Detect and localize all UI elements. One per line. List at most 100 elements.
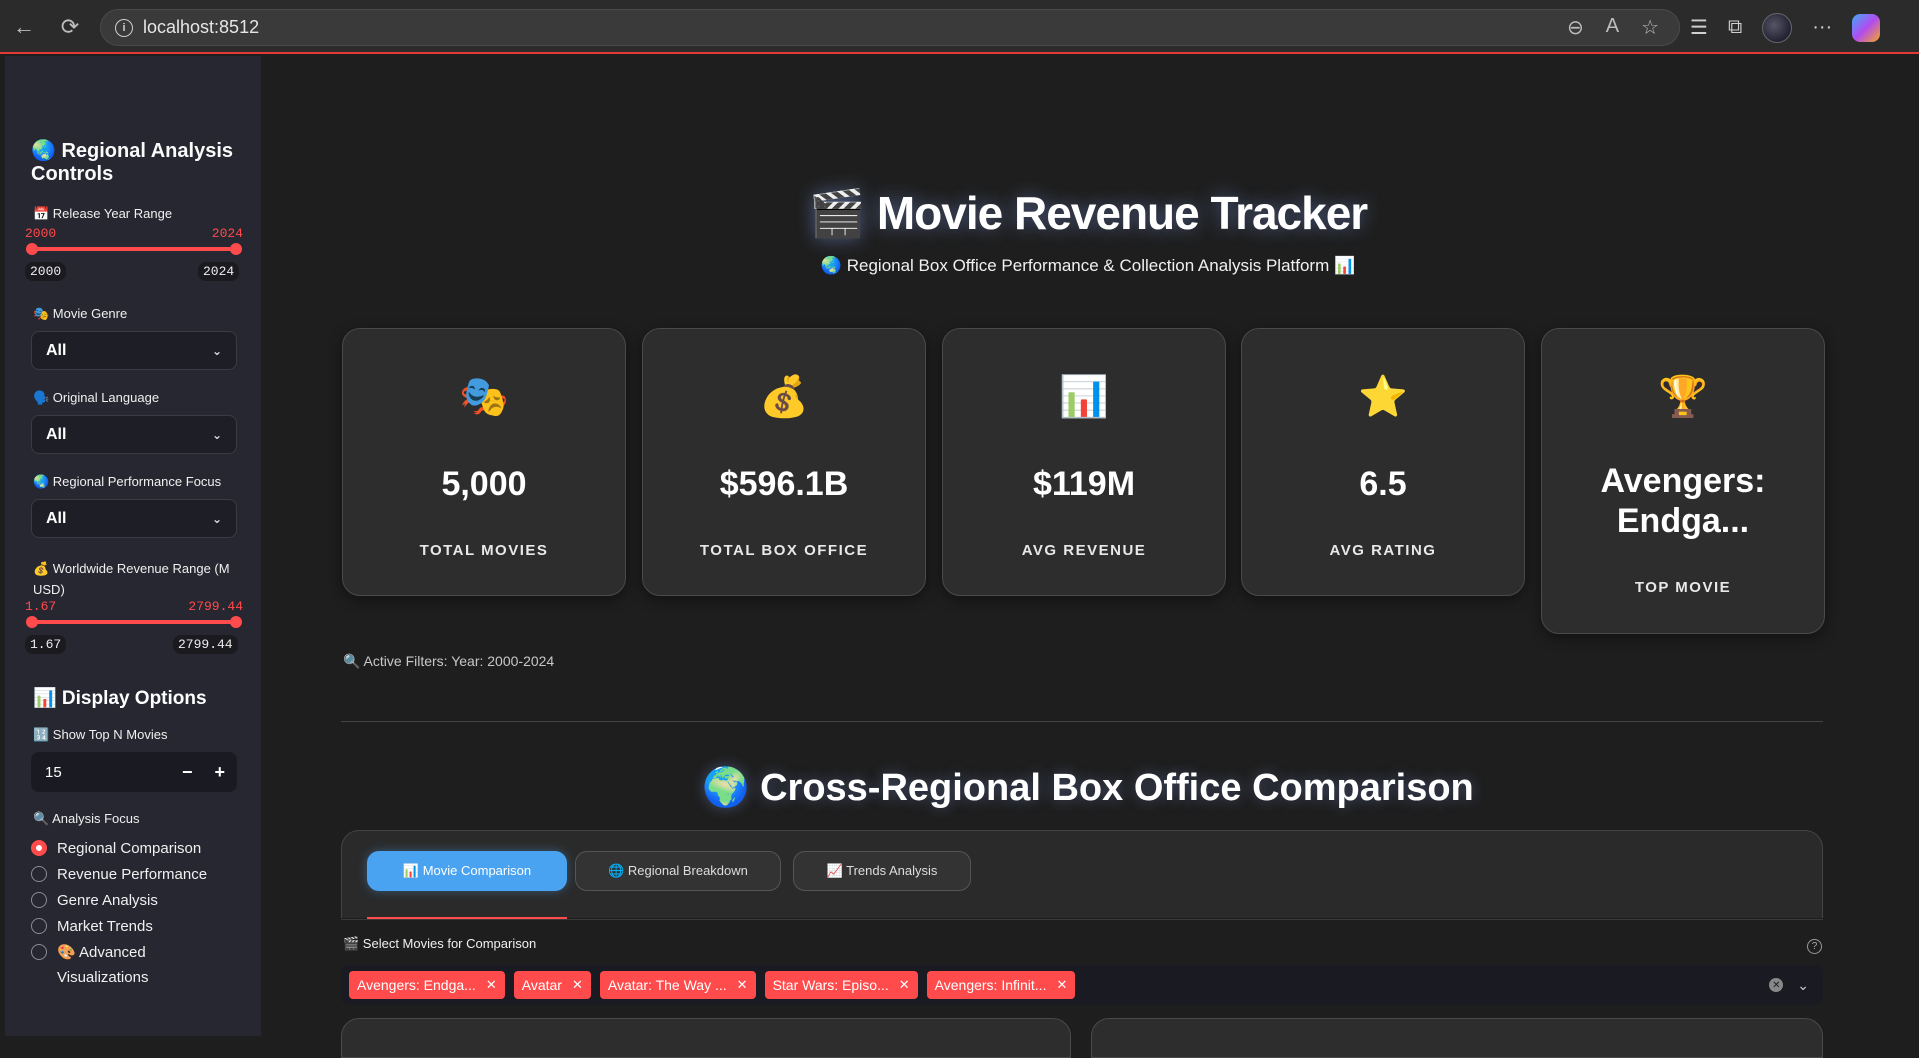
metric-label: TOTAL BOX OFFICE [699,542,869,559]
collections-icon[interactable]: ⧉ [1728,16,1742,39]
metric-card-total-box-office: 💰 $596.1B TOTAL BOX OFFICE [642,328,926,596]
top-n-value[interactable]: 15 [45,764,62,781]
url-text[interactable]: localhost:8512 [143,17,259,38]
read-aloud-icon[interactable]: A [1606,15,1619,40]
copilot-icon[interactable] [1852,13,1881,42]
genre-label: 🎭 Movie Genre [33,306,128,321]
radio-market-trends[interactable]: Market Trends [31,914,153,939]
address-bar[interactable]: i localhost:8512 ⊖ A ☆ [100,9,1680,46]
release-year-low-thumb[interactable] [26,243,38,255]
clear-all-icon[interactable]: ✕ [1769,978,1784,992]
radio-icon[interactable] [31,892,47,908]
radio-advanced-visualizations[interactable]: 🎨 Advanced Visualizations [31,940,211,990]
language-select[interactable]: All ⌄ [31,415,237,454]
metric-card-total-movies: 🎭 5,000 TOTAL MOVIES [342,328,626,596]
top-n-stepper[interactable]: 15 − + [31,752,237,792]
release-year-label: 📅 Release Year Range [33,206,173,221]
radio-label: Genre Analysis [57,892,158,909]
remove-tag-icon[interactable]: ✕ [572,977,583,993]
tab-movie-comparison[interactable]: 📊 Movie Comparison [367,851,567,891]
metric-value: $119M [1032,465,1136,503]
increment-button[interactable]: + [214,762,225,783]
bar-chart-icon: 📊 [1059,375,1109,419]
release-year-slider[interactable] [26,243,242,255]
revenue-low-value: 1.67 [25,635,67,654]
release-year-high-thumb[interactable] [230,243,242,255]
revenue-slider[interactable] [26,616,242,628]
release-year-range-bounds: 2000 2024 [25,226,243,241]
favorite-star-icon[interactable]: ☆ [1641,15,1659,40]
radio-icon[interactable] [31,918,47,934]
radio-label: Regional Comparison [57,840,202,857]
radio-label: 🎨 Advanced Visualizations [57,944,149,986]
tab-regional-breakdown[interactable]: 🌐 Regional Breakdown [575,851,781,891]
movie-multiselect[interactable]: Avengers: Endga... ✕ Avatar ✕ Avatar: The … [341,965,1823,1005]
revenue-high-thumb[interactable] [230,616,242,628]
metric-label: AVG REVENUE [1021,542,1147,559]
decrement-button[interactable]: − [182,762,193,783]
browser-toolbar: ← ⟳ i localhost:8512 ⊖ A ☆ ☰ ⧉ ··· [0,0,1919,54]
language-label: 🗣️ Original Language [33,390,160,405]
main-content: 🎬 Movie Revenue Tracker 🌏 Regional Box O… [261,56,1915,1058]
selected-tag: Avatar: The Way ... ✕ [599,971,756,999]
zoom-icon[interactable]: ⊖ [1567,15,1584,40]
revenue-min: 1.67 [25,599,57,614]
revenue-range-bounds: 1.67 2799.44 [25,599,243,614]
remove-tag-icon[interactable]: ✕ [486,977,497,993]
sidebar: 🌏 Regional Analysis Controls 📅 Release Y… [5,56,261,1036]
regional-select[interactable]: All ⌄ [31,499,237,538]
money-bag-icon: 💰 [759,375,809,419]
radio-genre-analysis[interactable]: Genre Analysis [31,888,158,913]
display-options-title: 📊 Display Options [33,688,207,709]
tag-label: Avengers: Endga... [357,977,476,993]
favorites-icon[interactable]: ☰ [1690,15,1708,40]
reload-icon[interactable]: ⟳ [50,7,90,47]
metric-label: AVG RATING [1329,542,1437,559]
back-icon[interactable]: ← [4,7,44,47]
help-icon[interactable]: ? [1807,939,1822,954]
more-icon[interactable]: ··· [1812,16,1832,39]
language-value: All [46,425,67,443]
tag-label: Star Wars: Episo... [772,977,889,993]
selected-tag: Avengers: Endga... ✕ [349,971,505,999]
release-year-low-value: 2000 [25,262,67,281]
radio-selected-icon[interactable] [31,840,47,856]
metric-value: $596.1B [719,465,849,503]
profile-avatar[interactable] [1762,12,1793,43]
chevron-down-icon: ⌄ [211,427,222,442]
genre-select[interactable]: All ⌄ [31,331,237,370]
tag-label: Avengers: Infinit... [934,977,1047,993]
metric-card-avg-revenue: 📊 $119M AVG REVENUE [942,328,1226,596]
metric-card-top-movie: 🏆 Avengers: Endga... TOP MOVIE [1541,328,1825,634]
remove-tag-icon[interactable]: ✕ [1056,977,1067,993]
release-year-high-value: 2024 [198,262,240,281]
tab-trends-analysis[interactable]: 📈 Trends Analysis [793,851,971,891]
metric-label: TOTAL MOVIES [419,542,549,559]
metric-value: 6.5 [1359,465,1407,503]
radio-revenue-performance[interactable]: Revenue Performance [31,862,207,887]
active-filters: 🔍 Active Filters: Year: 2000-2024 [343,653,555,669]
genre-value: All [46,341,67,359]
tag-label: Avatar: The Way ... [607,977,727,993]
metric-card-avg-rating: ⭐ 6.5 AVG RATING [1241,328,1525,596]
radio-label: Market Trends [57,918,153,935]
section-title: 🌍 Cross-Regional Box Office Comparison [702,767,1474,809]
radio-icon[interactable] [31,866,47,882]
top-n-label: 🔢 Show Top N Movies [33,727,168,742]
chevron-down-icon[interactable]: ⌄ [1797,977,1809,994]
metric-value: Avengers: Endga... [1600,462,1766,540]
revenue-label: 💰 Worldwide Revenue Range (M USD) [33,561,230,597]
revenue-low-thumb[interactable] [26,616,38,628]
chart-panel [341,1018,1071,1058]
trophy-icon: 🏆 [1658,375,1708,419]
analysis-focus-label: 🔍 Analysis Focus [33,811,140,826]
remove-tag-icon[interactable]: ✕ [899,977,910,993]
tab-divider [341,919,1823,920]
movie-select-label: 🎬 Select Movies for Comparison [343,936,537,951]
radio-regional-comparison[interactable]: Regional Comparison [31,836,201,861]
tag-label: Avatar [521,977,562,993]
remove-tag-icon[interactable]: ✕ [737,977,748,993]
radio-icon[interactable] [31,944,47,960]
site-info-icon[interactable]: i [115,18,133,37]
release-year-max: 2024 [211,226,243,241]
